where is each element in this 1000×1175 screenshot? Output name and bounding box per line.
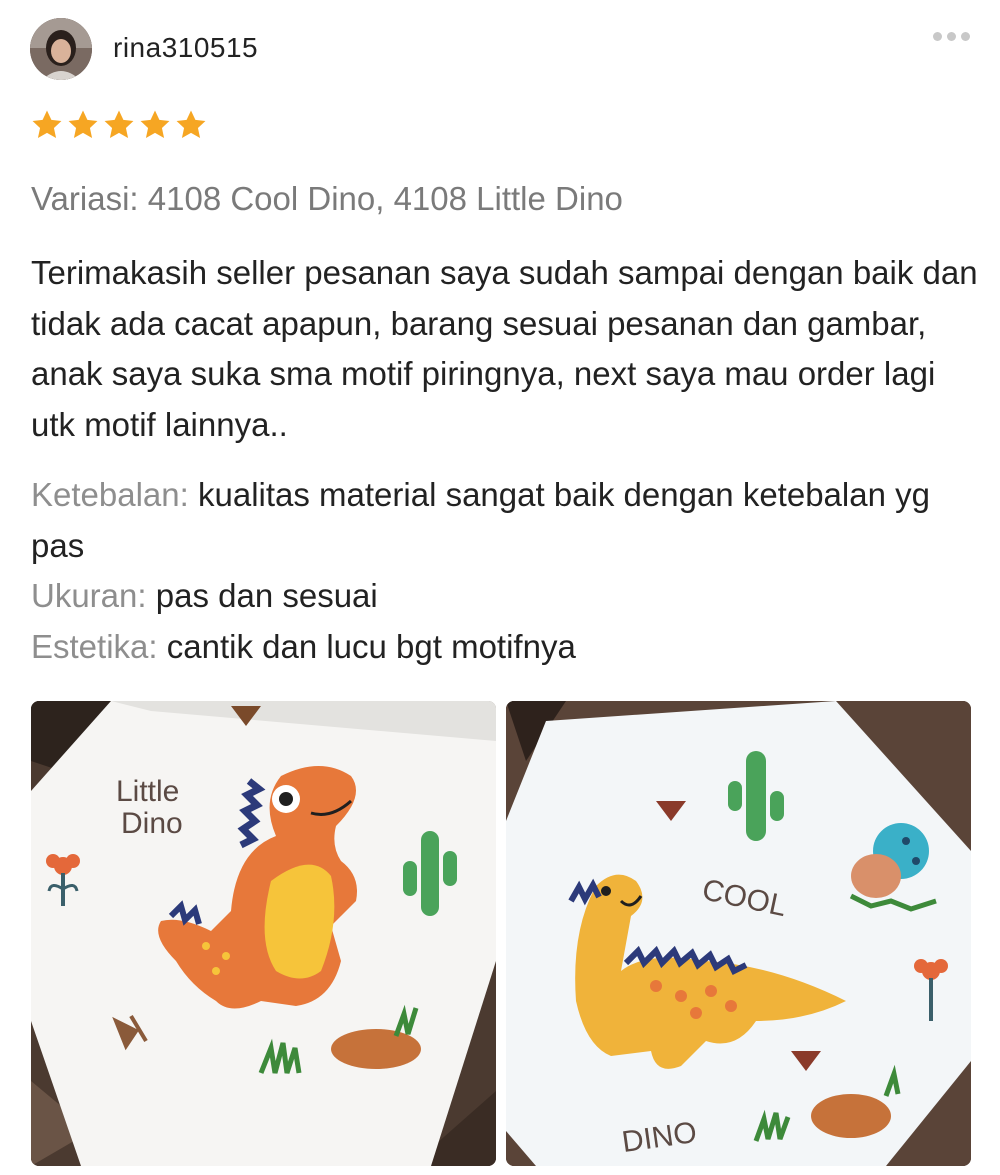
attribute-label: Ketebalan: xyxy=(31,476,189,513)
user-avatar[interactable] xyxy=(30,18,92,80)
review-text: Terimakasih seller pesanan saya sudah sa… xyxy=(31,254,978,443)
more-dot xyxy=(933,32,942,41)
more-dot xyxy=(947,32,956,41)
variation-text: Variasi: 4108 Cool Dino, 4108 Little Din… xyxy=(31,180,623,217)
more-options-icon[interactable] xyxy=(933,32,970,41)
attribute-value: pas dan sesuai xyxy=(155,577,378,614)
review-photo-cool-dino[interactable]: COOL DINO xyxy=(506,701,971,1166)
little-dino-plate-image: Little Dino xyxy=(31,701,496,1166)
star-icon xyxy=(68,110,98,139)
review-attributes: Ketebalan: kualitas material sangat baik… xyxy=(31,470,981,672)
cool-dino-plate-image: COOL DINO xyxy=(506,701,971,1166)
attribute-row: Ketebalan: kualitas material sangat baik… xyxy=(31,470,981,571)
star-icon xyxy=(176,110,206,139)
attribute-row: Ukuran: pas dan sesuai xyxy=(31,571,981,622)
star-icon xyxy=(104,110,134,139)
attribute-value: cantik dan lucu bgt motifnya xyxy=(166,627,576,665)
plate-text-dino: Dino xyxy=(121,807,183,840)
plate-text-little: Little xyxy=(116,775,179,808)
attribute-label: Estetika: xyxy=(31,627,158,665)
attribute-label: Ukuran: xyxy=(31,577,147,614)
star-rating xyxy=(30,108,208,142)
more-dot xyxy=(961,32,970,41)
attribute-row: Estetika: cantik dan lucu bgt motifnya xyxy=(31,622,981,673)
username[interactable]: rina310515 xyxy=(113,32,258,64)
review-header: rina310515 xyxy=(30,18,980,82)
star-icon xyxy=(32,110,62,139)
star-icon xyxy=(140,110,170,139)
review-photo-little-dino[interactable]: Little Dino xyxy=(31,701,496,1166)
